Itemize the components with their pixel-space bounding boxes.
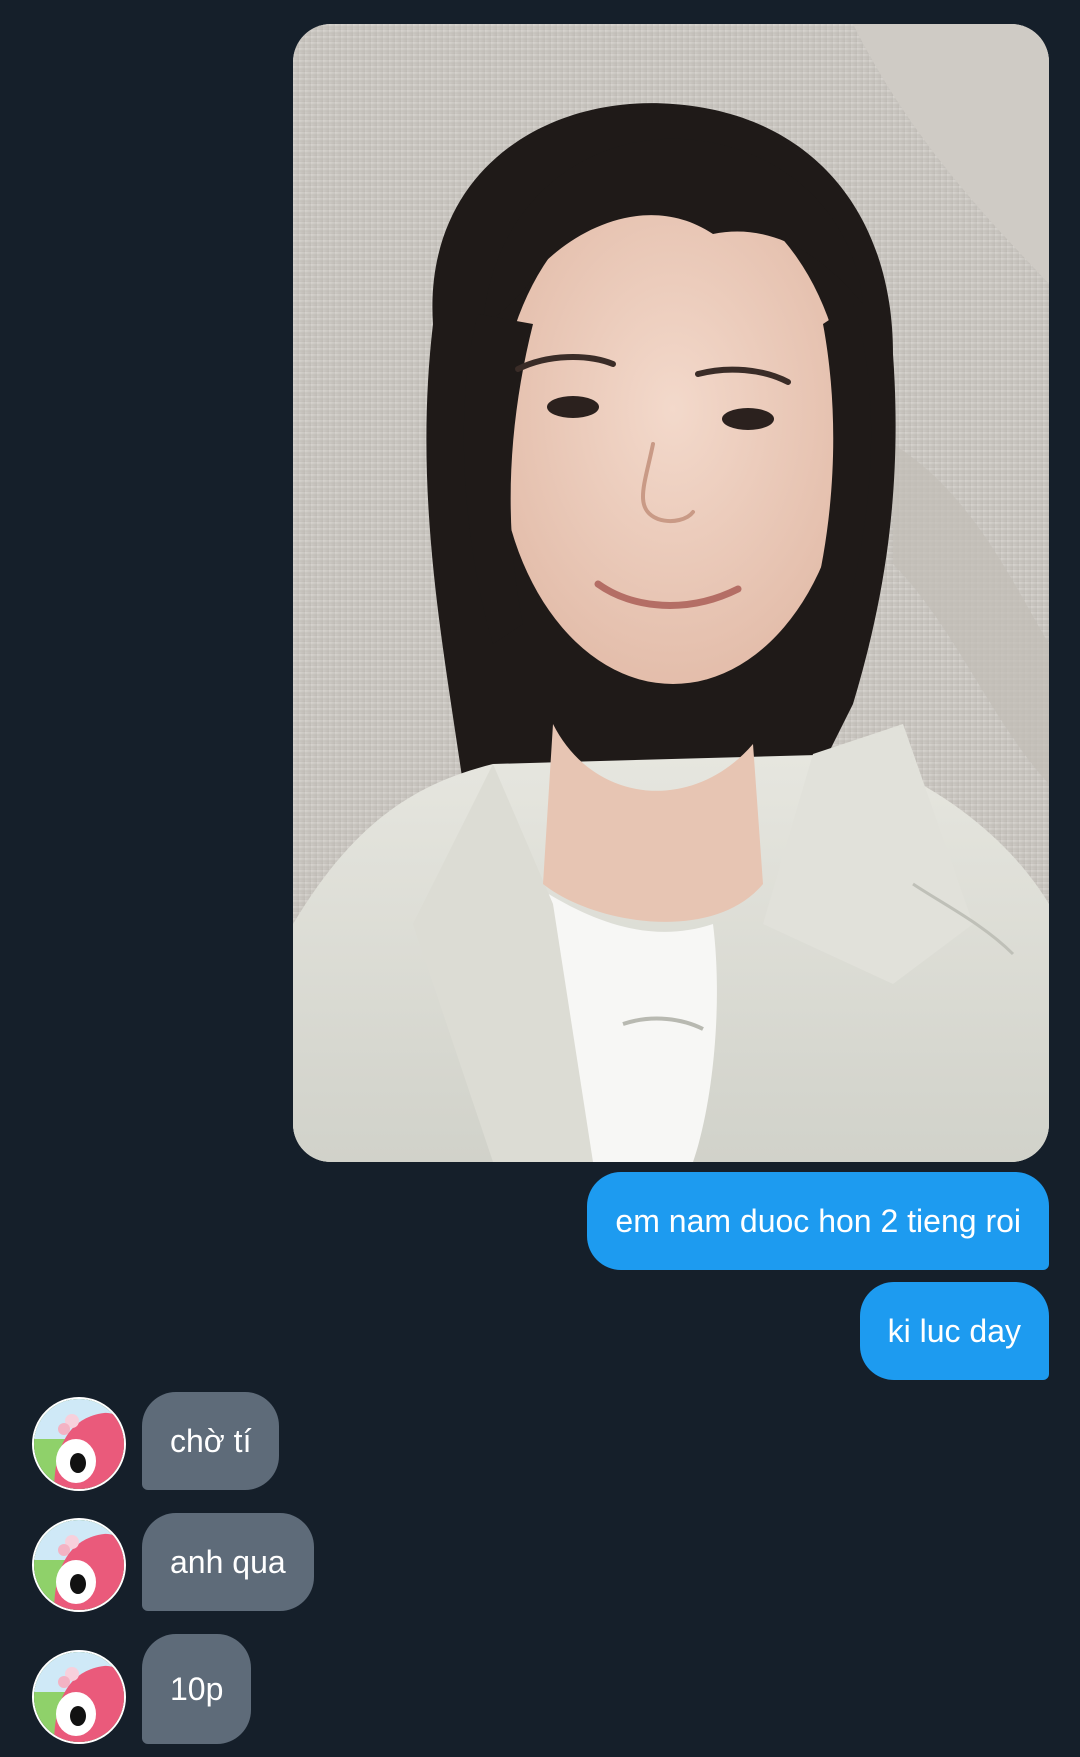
incoming-message[interactable]: 10p — [142, 1634, 252, 1744]
avatar[interactable] — [32, 1518, 126, 1612]
outgoing-message[interactable]: ki luc day — [859, 1282, 1049, 1380]
avatar-character-icon — [34, 1399, 124, 1489]
message-text: em nam duoc hon 2 tieng roi — [615, 1203, 1021, 1239]
outgoing-message[interactable]: em nam duoc hon 2 tieng roi — [587, 1172, 1049, 1270]
sent-photo[interactable] — [293, 24, 1049, 1162]
incoming-message[interactable]: anh qua — [142, 1513, 314, 1611]
avatar-character-icon — [34, 1520, 124, 1610]
message-text: ki luc day — [887, 1313, 1021, 1349]
avatar[interactable] — [32, 1397, 126, 1491]
avatar[interactable] — [32, 1650, 126, 1744]
incoming-message[interactable]: chờ tí — [142, 1392, 280, 1490]
message-text: chờ tí — [170, 1423, 252, 1459]
chat-thread: em nam duoc hon 2 tieng roi ki luc day c… — [0, 0, 1080, 1757]
avatar-character-icon — [34, 1652, 124, 1742]
message-text: 10p — [170, 1671, 224, 1707]
photo-image — [293, 24, 1049, 1162]
message-text: anh qua — [170, 1544, 286, 1580]
